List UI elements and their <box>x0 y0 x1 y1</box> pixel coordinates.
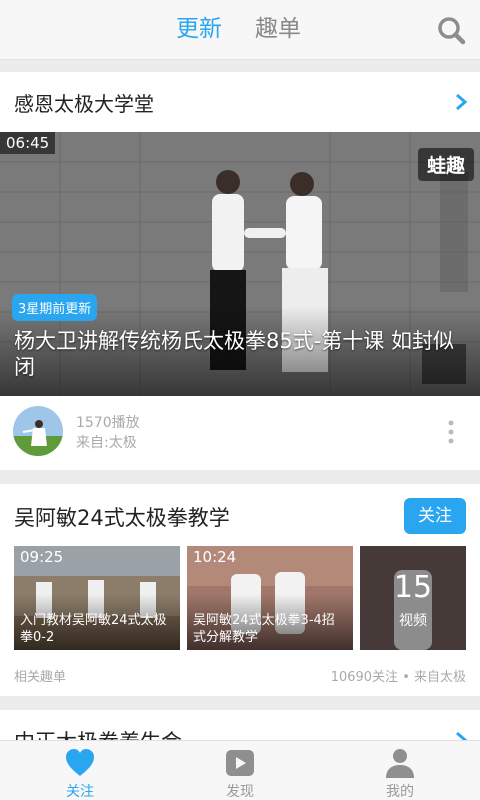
more-videos-tile[interactable]: 15 视频 <box>360 546 466 650</box>
nav-discover[interactable]: 发现 <box>160 741 320 800</box>
feed-card: 感恩太极大学堂 06:45 蛙趣 3星期前更新 杨大卫讲解传统杨氏太极拳85式-… <box>0 72 480 470</box>
nav-label: 发现 <box>226 784 254 800</box>
tab-updates[interactable]: 更新 <box>176 12 222 46</box>
nav-me[interactable]: 我的 <box>320 741 480 800</box>
bottom-nav: 关注 发现 我的 <box>0 740 480 800</box>
playlist-stats: 10690关注 • 来自太极 <box>330 670 466 685</box>
more-options-icon[interactable] <box>448 420 454 444</box>
video-meta: 1570播放 来自:太极 <box>0 396 480 470</box>
video-duration: 06:45 <box>0 132 56 154</box>
chevron-right-icon[interactable] <box>454 92 468 112</box>
playlist-video-thumb[interactable]: 10:24 吴阿敏24式太极拳3-4招式分解教学 <box>187 546 353 650</box>
search-icon[interactable] <box>436 15 466 45</box>
playlist-card: 吴阿敏24式太极拳教学 关注 09:25 入门教材吴阿敏24式太极拳0-2 10… <box>0 484 480 696</box>
source-label: 来自:太极 <box>76 435 137 451</box>
nav-label: 我的 <box>386 784 414 800</box>
playlist-video-thumb[interactable]: 09:25 入门教材吴阿敏24式太极拳0-2 <box>14 546 180 650</box>
avatar[interactable] <box>13 406 63 456</box>
nav-follow[interactable]: 关注 <box>0 741 160 800</box>
more-videos-label: 视频 <box>399 613 427 629</box>
thumb-caption: 入门教材吴阿敏24式太极拳0-2 <box>20 613 167 645</box>
video-thumbnail[interactable]: 06:45 蛙趣 3星期前更新 杨大卫讲解传统杨氏太极拳85式-第十课 如封似闭 <box>0 132 480 396</box>
watermark-logo: 蛙趣 <box>417 148 474 181</box>
person-icon <box>386 749 414 778</box>
playlist-title[interactable]: 吴阿敏24式太极拳教学 <box>14 502 230 532</box>
top-tab-bar: 更新 趣单 <box>0 0 480 60</box>
channel-title[interactable]: 感恩太极大学堂 <box>14 88 154 117</box>
feed-card-header[interactable]: 感恩太极大学堂 <box>0 72 480 132</box>
nav-label: 关注 <box>66 784 94 800</box>
play-icon <box>226 750 254 776</box>
thumb-duration: 10:24 <box>193 548 237 566</box>
heart-icon <box>66 749 94 776</box>
tab-playlists[interactable]: 趣单 <box>255 12 301 46</box>
play-count: 1570播放 <box>76 415 140 431</box>
thumb-caption: 吴阿敏24式太极拳3-4招式分解教学 <box>193 613 335 645</box>
related-playlists-label[interactable]: 相关趣单 <box>14 666 66 685</box>
thumb-duration: 09:25 <box>20 548 64 566</box>
more-videos-count: 15 <box>393 570 433 605</box>
follow-button[interactable]: 关注 <box>404 498 466 534</box>
update-badge: 3星期前更新 <box>12 294 98 321</box>
video-title[interactable]: 杨大卫讲解传统杨氏太极拳85式-第十课 如封似闭 <box>14 328 470 380</box>
